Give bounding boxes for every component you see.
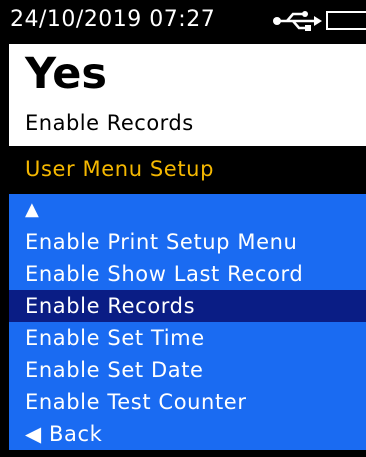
status-bar: 24/10/2019 07:27 [0, 0, 366, 40]
menu-list[interactable]: ▲ Enable Print Setup Menu Enable Show La… [9, 194, 366, 450]
current-setting-label: Enable Records [25, 111, 194, 135]
scroll-up-icon[interactable]: ▲ [9, 194, 366, 226]
menu-item-enable-show-last-record[interactable]: Enable Show Last Record [9, 258, 366, 290]
menu-item-enable-set-date[interactable]: Enable Set Date [9, 354, 366, 386]
usb-icon [273, 11, 322, 31]
menu-item-enable-set-time[interactable]: Enable Set Time [9, 322, 366, 354]
menu-item-enable-records[interactable]: Enable Records [9, 290, 366, 322]
current-value: Yes [25, 49, 107, 99]
menu-title-bar: User Menu Setup [9, 151, 366, 186]
menu-title: User Menu Setup [25, 157, 214, 181]
menu-item-enable-test-counter[interactable]: Enable Test Counter [9, 386, 366, 418]
datetime-readout: 24/10/2019 07:27 [10, 7, 216, 32]
battery-icon [326, 11, 366, 30]
current-value-panel: Yes Enable Records [9, 44, 366, 146]
back-button[interactable]: ◀ Back [9, 418, 366, 450]
menu-item-enable-print-setup-menu[interactable]: Enable Print Setup Menu [9, 226, 366, 258]
